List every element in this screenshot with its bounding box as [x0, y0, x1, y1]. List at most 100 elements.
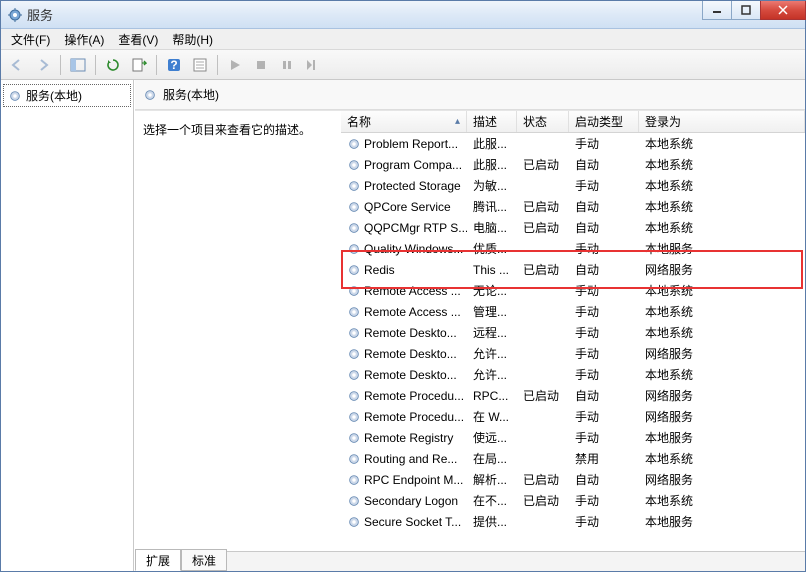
stop-service-button[interactable]	[249, 53, 273, 77]
column-logon[interactable]: 登录为	[639, 111, 805, 132]
refresh-button[interactable]	[101, 53, 125, 77]
show-hide-tree-button[interactable]	[66, 53, 90, 77]
service-name: Secure Socket T...	[364, 515, 461, 529]
menu-action[interactable]: 操作(A)	[58, 29, 110, 50]
service-name: RPC Endpoint M...	[364, 473, 463, 487]
service-logon: 网络服务	[639, 345, 805, 362]
service-name: Remote Registry	[364, 431, 453, 445]
tree-root-label: 服务(本地)	[26, 87, 82, 104]
service-startup: 手动	[569, 492, 639, 509]
list-header: 名称▴ 描述 状态 启动类型 登录为	[341, 111, 805, 133]
service-desc: 远程...	[467, 324, 517, 341]
service-logon: 本地系统	[639, 177, 805, 194]
service-row[interactable]: QQPCMgr RTP S...电脑...已启动自动本地系统	[341, 217, 805, 238]
gear-icon	[347, 515, 361, 529]
service-startup: 手动	[569, 345, 639, 362]
service-startup: 手动	[569, 240, 639, 257]
menu-help[interactable]: 帮助(H)	[166, 29, 219, 50]
pause-service-button[interactable]	[275, 53, 299, 77]
service-row[interactable]: Problem Report...此服...手动本地系统	[341, 133, 805, 154]
column-description[interactable]: 描述	[467, 111, 517, 132]
service-row[interactable]: Remote Access ...管理...手动本地系统	[341, 301, 805, 322]
service-row[interactable]: QPCore Service腾讯...已启动自动本地系统	[341, 196, 805, 217]
details-pane: 服务(本地) 选择一个项目来查看它的描述。 名称▴ 描述 状态 启动类型 登录为…	[134, 80, 805, 571]
maximize-button[interactable]	[731, 1, 761, 20]
service-row[interactable]: Secondary Logon在不...已启动手动本地系统	[341, 490, 805, 511]
service-row[interactable]: Remote Procedu...RPC...已启动自动网络服务	[341, 385, 805, 406]
service-logon: 本地系统	[639, 135, 805, 152]
column-startup[interactable]: 启动类型	[569, 111, 639, 132]
properties-button[interactable]	[188, 53, 212, 77]
service-startup: 手动	[569, 429, 639, 446]
gear-icon	[143, 88, 157, 102]
forward-button[interactable]	[31, 53, 55, 77]
service-status: 已启动	[517, 387, 569, 404]
service-status: 已启动	[517, 492, 569, 509]
service-logon: 本地系统	[639, 219, 805, 236]
tab-extended[interactable]: 扩展	[135, 549, 181, 571]
service-row[interactable]: Remote Deskto...允许...手动网络服务	[341, 343, 805, 364]
service-startup: 自动	[569, 387, 639, 404]
service-row[interactable]: Remote Deskto...远程...手动本地系统	[341, 322, 805, 343]
service-name: Remote Procedu...	[364, 410, 464, 424]
service-logon: 本地系统	[639, 156, 805, 173]
service-logon: 本地系统	[639, 450, 805, 467]
close-button[interactable]	[760, 1, 806, 20]
gear-icon	[347, 473, 361, 487]
toolbar: ?	[1, 50, 805, 80]
service-row[interactable]: Quality Windows...优质...手动本地服务	[341, 238, 805, 259]
service-desc: 在不...	[467, 492, 517, 509]
service-name: Remote Procedu...	[364, 389, 464, 403]
service-status: 已启动	[517, 198, 569, 215]
service-row[interactable]: RPC Endpoint M...解析...已启动自动网络服务	[341, 469, 805, 490]
service-desc: 电脑...	[467, 219, 517, 236]
menu-file[interactable]: 文件(F)	[5, 29, 56, 50]
service-row[interactable]: Remote Access ...无论...手动本地系统	[341, 280, 805, 301]
toolbar-separator	[156, 55, 157, 75]
restart-service-button[interactable]	[301, 53, 325, 77]
service-row[interactable]: Program Compa...此服...已启动自动本地系统	[341, 154, 805, 175]
gear-icon	[347, 347, 361, 361]
service-row[interactable]: Remote Deskto...允许...手动本地系统	[341, 364, 805, 385]
column-status[interactable]: 状态	[517, 111, 569, 132]
service-startup: 手动	[569, 135, 639, 152]
service-startup: 禁用	[569, 450, 639, 467]
gear-icon	[347, 305, 361, 319]
help-button[interactable]: ?	[162, 53, 186, 77]
gear-icon	[347, 494, 361, 508]
service-row[interactable]: Remote Registry使远...手动本地服务	[341, 427, 805, 448]
back-button[interactable]	[5, 53, 29, 77]
menu-view[interactable]: 查看(V)	[112, 29, 164, 50]
service-row[interactable]: RedisThis ...已启动自动网络服务	[341, 259, 805, 280]
start-service-button[interactable]	[223, 53, 247, 77]
service-status: 已启动	[517, 219, 569, 236]
tree-root-item[interactable]: 服务(本地)	[3, 84, 131, 107]
service-row[interactable]: Protected Storage为敏...手动本地系统	[341, 175, 805, 196]
sort-asc-icon: ▴	[455, 116, 460, 127]
service-name: Remote Deskto...	[364, 368, 457, 382]
toolbar-separator	[217, 55, 218, 75]
service-startup: 手动	[569, 303, 639, 320]
service-desc: 解析...	[467, 471, 517, 488]
minimize-button[interactable]	[702, 1, 732, 20]
column-name[interactable]: 名称▴	[341, 111, 467, 132]
service-row[interactable]: Remote Procedu...在 W...手动网络服务	[341, 406, 805, 427]
service-startup: 自动	[569, 261, 639, 278]
service-startup: 手动	[569, 408, 639, 425]
service-desc: 在 W...	[467, 408, 517, 425]
service-row[interactable]: Routing and Re...在局...禁用本地系统	[341, 448, 805, 469]
gear-icon	[347, 221, 361, 235]
service-desc: 提供...	[467, 513, 517, 530]
service-name: Problem Report...	[364, 137, 458, 151]
description-panel: 选择一个项目来查看它的描述。	[135, 111, 341, 551]
services-list[interactable]: 名称▴ 描述 状态 启动类型 登录为 Problem Report...此服..…	[341, 111, 805, 551]
service-desc: This ...	[467, 263, 517, 277]
gear-icon	[347, 179, 361, 193]
service-row[interactable]: Secure Socket T...提供...手动本地服务	[341, 511, 805, 532]
export-list-button[interactable]	[127, 53, 151, 77]
service-startup: 手动	[569, 324, 639, 341]
tree-pane: 服务(本地)	[1, 80, 134, 571]
service-logon: 本地系统	[639, 492, 805, 509]
tab-standard[interactable]: 标准	[181, 549, 227, 571]
service-status: 已启动	[517, 261, 569, 278]
